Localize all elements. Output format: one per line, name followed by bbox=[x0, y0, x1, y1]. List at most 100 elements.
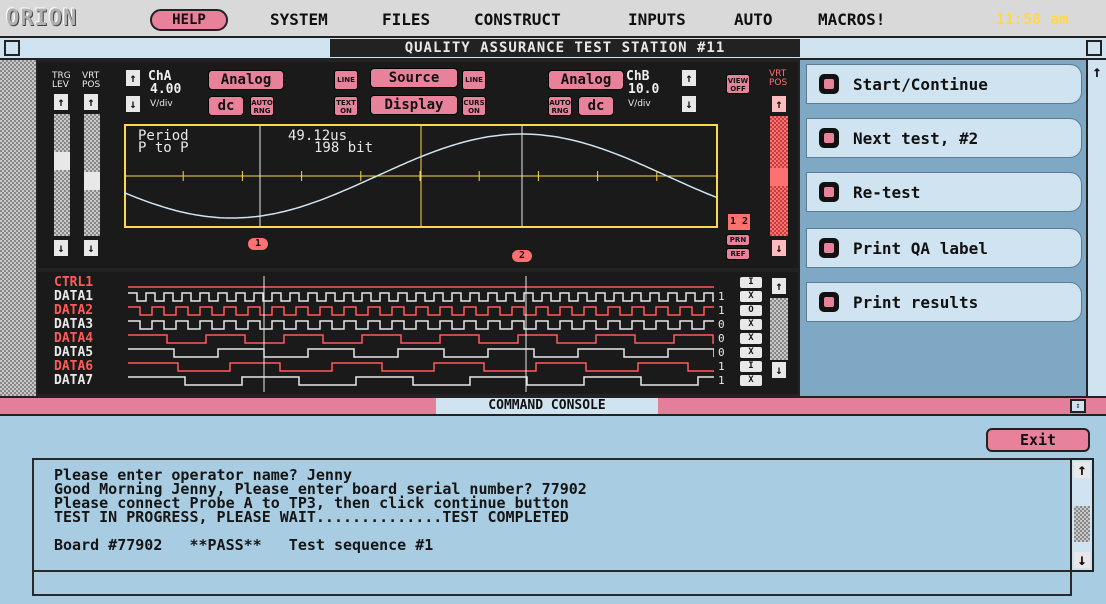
logic-trigger-flag[interactable]: X bbox=[740, 375, 762, 386]
trg-lev-label: TRG LEV bbox=[52, 71, 71, 90]
logic-trigger-flag[interactable]: X bbox=[740, 347, 762, 358]
console-input-line[interactable] bbox=[32, 572, 1072, 596]
vrt-slider-thumb[interactable] bbox=[84, 172, 100, 190]
logic-channel-label: CTRL1 bbox=[54, 275, 94, 290]
chb-auto-rng-button[interactable]: AUTO RNG bbox=[548, 96, 572, 116]
trg-down-icon[interactable]: ↓ bbox=[54, 240, 68, 256]
print-qa-label-button[interactable]: Print QA label bbox=[806, 228, 1082, 268]
logic-trigger-flag[interactable]: I bbox=[740, 361, 762, 372]
menu-construct[interactable]: CONSTRUCT bbox=[474, 10, 561, 29]
cha-value: 4.00 bbox=[150, 82, 182, 97]
logic-analyzer-panel: CTRL1 I DATA1 1 X DATA2 1 O DATA3 0 X DATA4 0 X DATA5 0… bbox=[36, 270, 800, 396]
logic-trigger-flag[interactable]: X bbox=[740, 319, 762, 330]
display-button[interactable]: Display bbox=[370, 95, 458, 115]
chb-down-icon[interactable]: ↓ bbox=[682, 96, 696, 112]
logic-channel-label: DATA3 bbox=[54, 317, 94, 332]
cha-unit: V/div bbox=[150, 99, 173, 109]
app-logo: ORION bbox=[6, 6, 78, 31]
source-button[interactable]: Source bbox=[370, 68, 458, 88]
console-area: Exit Please enter operator name? Jenny G… bbox=[0, 416, 1106, 604]
right-scroll-up-icon[interactable]: ↑ bbox=[1090, 62, 1104, 81]
logic-channel-value: 1 bbox=[718, 290, 725, 303]
chb-analog-button[interactable]: Analog bbox=[548, 70, 624, 90]
cha-dc-button[interactable]: dc bbox=[208, 96, 244, 116]
line-left-button[interactable]: LINE bbox=[334, 70, 358, 90]
window-close-icon[interactable] bbox=[4, 40, 20, 56]
menu-inputs[interactable]: INPUTS bbox=[628, 10, 686, 29]
logic-channel-value: 1 bbox=[718, 374, 725, 387]
cursor-2-marker[interactable]: 2 bbox=[512, 250, 532, 262]
start-continue-button[interactable]: Start/Continue bbox=[806, 64, 1082, 104]
logic-channel-label: DATA5 bbox=[54, 345, 94, 360]
line-right-button[interactable]: LINE bbox=[462, 70, 486, 90]
channel-12-button[interactable]: 1 2 bbox=[728, 214, 750, 230]
re-test-button[interactable]: Re-test bbox=[806, 172, 1082, 212]
menu-macros[interactable]: MACROS! bbox=[818, 10, 885, 29]
clock: 11:58 am bbox=[996, 10, 1069, 28]
cha-analog-button[interactable]: Analog bbox=[208, 70, 284, 90]
logic-trigger-flag[interactable]: X bbox=[740, 291, 762, 302]
prn-button[interactable]: PRN bbox=[726, 234, 750, 246]
vrt-down-icon[interactable]: ↓ bbox=[84, 240, 98, 256]
logic-scroll-track[interactable] bbox=[770, 298, 788, 360]
cursor-1-marker[interactable]: 1 bbox=[248, 238, 268, 250]
print-qa-bullet-icon bbox=[819, 238, 839, 258]
vrt-up-icon[interactable]: ↑ bbox=[84, 94, 98, 110]
left-scroll-strip bbox=[0, 60, 36, 396]
console-scroll-down-icon[interactable]: ↓ bbox=[1074, 552, 1090, 568]
cha-up-icon[interactable]: ↑ bbox=[126, 70, 140, 86]
start-bullet-icon bbox=[819, 74, 839, 94]
logic-down-icon[interactable]: ↓ bbox=[772, 362, 786, 378]
logic-channel-label: DATA7 bbox=[54, 373, 94, 388]
chb-dc-button[interactable]: dc bbox=[578, 96, 614, 116]
console-title: COMMAND CONSOLE bbox=[436, 398, 658, 414]
curs-on-button[interactable]: CURS ON bbox=[462, 96, 486, 116]
logic-trace bbox=[128, 376, 714, 386]
logic-trace bbox=[128, 320, 714, 330]
cha-auto-rng-button[interactable]: AUTO RNG bbox=[250, 96, 274, 116]
ptp-label: P to P bbox=[138, 140, 189, 156]
logic-channel-value: 0 bbox=[718, 332, 725, 345]
vrt-pos-label: VRT POS bbox=[82, 71, 101, 90]
menu-bar: ORION HELP SYSTEM FILES CONSTRUCT INPUTS… bbox=[0, 0, 1106, 38]
logic-up-icon[interactable]: ↑ bbox=[772, 278, 786, 294]
logic-trace bbox=[128, 292, 714, 302]
logic-trigger-flag[interactable]: O bbox=[740, 305, 762, 316]
console-scrollbar[interactable]: ↑ ↓ bbox=[1070, 458, 1094, 572]
menu-system[interactable]: SYSTEM bbox=[270, 10, 328, 29]
logic-channel-value: 0 bbox=[718, 346, 725, 359]
console-line-4: TEST IN PROGRESS, PLEASE WAIT...........… bbox=[54, 508, 569, 526]
trg-slider-thumb[interactable] bbox=[54, 152, 70, 170]
trg-slider[interactable] bbox=[54, 114, 70, 236]
console-scroll-up-icon[interactable]: ↑ bbox=[1074, 462, 1090, 478]
menu-auto[interactable]: AUTO bbox=[734, 10, 773, 29]
next-test-button[interactable]: Next test, #2 bbox=[806, 118, 1082, 158]
logic-trace bbox=[128, 348, 714, 358]
right-up-icon[interactable]: ↑ bbox=[772, 96, 786, 112]
logic-channel-value: 1 bbox=[718, 360, 725, 373]
waveform-graticule bbox=[124, 124, 718, 228]
logic-trigger-flag[interactable]: I bbox=[740, 277, 762, 288]
text-on-button[interactable]: TEXT ON bbox=[334, 96, 358, 116]
help-button[interactable]: HELP bbox=[150, 9, 228, 31]
chb-unit: V/div bbox=[628, 99, 651, 109]
logic-trace bbox=[128, 334, 714, 344]
view-off-button[interactable]: VIEW OFF bbox=[726, 74, 750, 94]
window-resize-icon[interactable] bbox=[1086, 40, 1102, 56]
title-bar: QUALITY ASSURANCE TEST STATION #11 bbox=[0, 38, 1106, 60]
console-result-line: Board #77902 **PASS** Test sequence #1 bbox=[54, 536, 434, 554]
chb-up-icon[interactable]: ↑ bbox=[682, 70, 696, 86]
logic-trigger-flag[interactable]: X bbox=[740, 333, 762, 344]
right-down-icon[interactable]: ↓ bbox=[772, 240, 786, 256]
trg-up-icon[interactable]: ↑ bbox=[54, 94, 68, 110]
menu-files[interactable]: FILES bbox=[382, 10, 430, 29]
cha-down-icon[interactable]: ↓ bbox=[126, 96, 140, 112]
console-scroll-track[interactable] bbox=[1074, 506, 1090, 542]
print-results-button[interactable]: Print results bbox=[806, 282, 1082, 322]
right-scrollbar[interactable]: ↑ bbox=[1086, 60, 1106, 396]
vrt-pos-right-thumb[interactable] bbox=[770, 168, 788, 186]
print-qa-label-label: Print QA label bbox=[853, 238, 988, 258]
ref-button[interactable]: REF bbox=[726, 248, 750, 260]
console-resize-icon[interactable]: ⇕ bbox=[1070, 399, 1086, 413]
exit-button[interactable]: Exit bbox=[986, 428, 1090, 452]
